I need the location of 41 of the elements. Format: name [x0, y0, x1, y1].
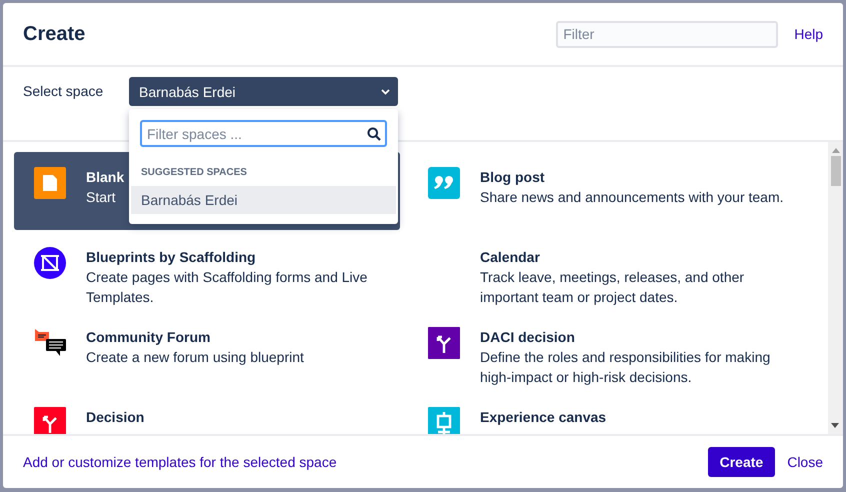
- template-description: Create pages with Scaffolding forms and Live Templates.: [86, 268, 368, 307]
- create-button[interactable]: Create: [708, 447, 776, 477]
- template-title: Blog post: [480, 168, 545, 187]
- space-select[interactable]: Barnabás Erdei: [129, 77, 398, 106]
- template-title: Community Forum: [86, 328, 210, 347]
- template-item[interactable]: Community Forum Create a new forum using blueprint: [14, 312, 400, 390]
- template-description: Define the roles and responsibilities for making high-impact or high-risk decisions.: [480, 348, 772, 387]
- template-item[interactable]: Blog post Share news and announcements with your team.: [408, 152, 808, 230]
- fork-arrow-icon: [34, 407, 66, 434]
- easel-icon: [428, 407, 460, 434]
- template-item[interactable]: Calendar Track leave, meetings, releases, and other important team or project dates.: [408, 232, 808, 310]
- template-title: Calendar: [480, 248, 540, 267]
- fork-arrow-icon: [428, 327, 460, 359]
- help-link[interactable]: Help: [794, 26, 823, 42]
- quote-icon: [428, 167, 460, 199]
- template-title: DACI decision: [480, 328, 575, 347]
- dialog-title: Create: [23, 22, 86, 46]
- template-title: Decision: [86, 408, 144, 427]
- template-title: Blueprints by Scaffolding: [86, 248, 256, 267]
- customize-templates-link[interactable]: Add or customize templates for the selected space: [23, 454, 337, 470]
- template-title: Experience canvas: [480, 408, 606, 427]
- chevron-down-icon: [381, 88, 390, 94]
- close-link[interactable]: Close: [787, 454, 823, 470]
- template-title: Blank: [86, 168, 124, 187]
- section-heading: SUGGESTED SPACES: [140, 166, 248, 180]
- filter-spaces-field[interactable]: Filter spaces ...: [140, 120, 387, 147]
- scaffold-icon: [34, 247, 66, 279]
- page-icon: [34, 167, 66, 199]
- template-description: Share news and announcements with your team.: [480, 188, 784, 207]
- space-option[interactable]: Barnabás Erdei: [131, 186, 396, 214]
- scrollbar[interactable]: [828, 142, 843, 434]
- template-item[interactable]: Blueprints by Scaffolding Create pages with Scaffolding forms and Live Templates.: [14, 232, 400, 310]
- template-description: Create a new forum using blueprint: [86, 348, 304, 367]
- search-icon: [367, 127, 381, 141]
- template-description: Track leave, meetings, releases, and other important team or project dates.: [480, 268, 746, 307]
- select-space-label: Select space: [23, 83, 104, 99]
- template-description: Start: [86, 188, 116, 207]
- template-item[interactable]: DACI decision Define the roles and responsibilities for making high-impact or high-risk decisions.: [408, 312, 808, 390]
- template-item[interactable]: Experience canvas: [408, 392, 808, 434]
- filter-field[interactable]: Filter: [556, 20, 778, 48]
- template-item[interactable]: Decision: [14, 392, 400, 434]
